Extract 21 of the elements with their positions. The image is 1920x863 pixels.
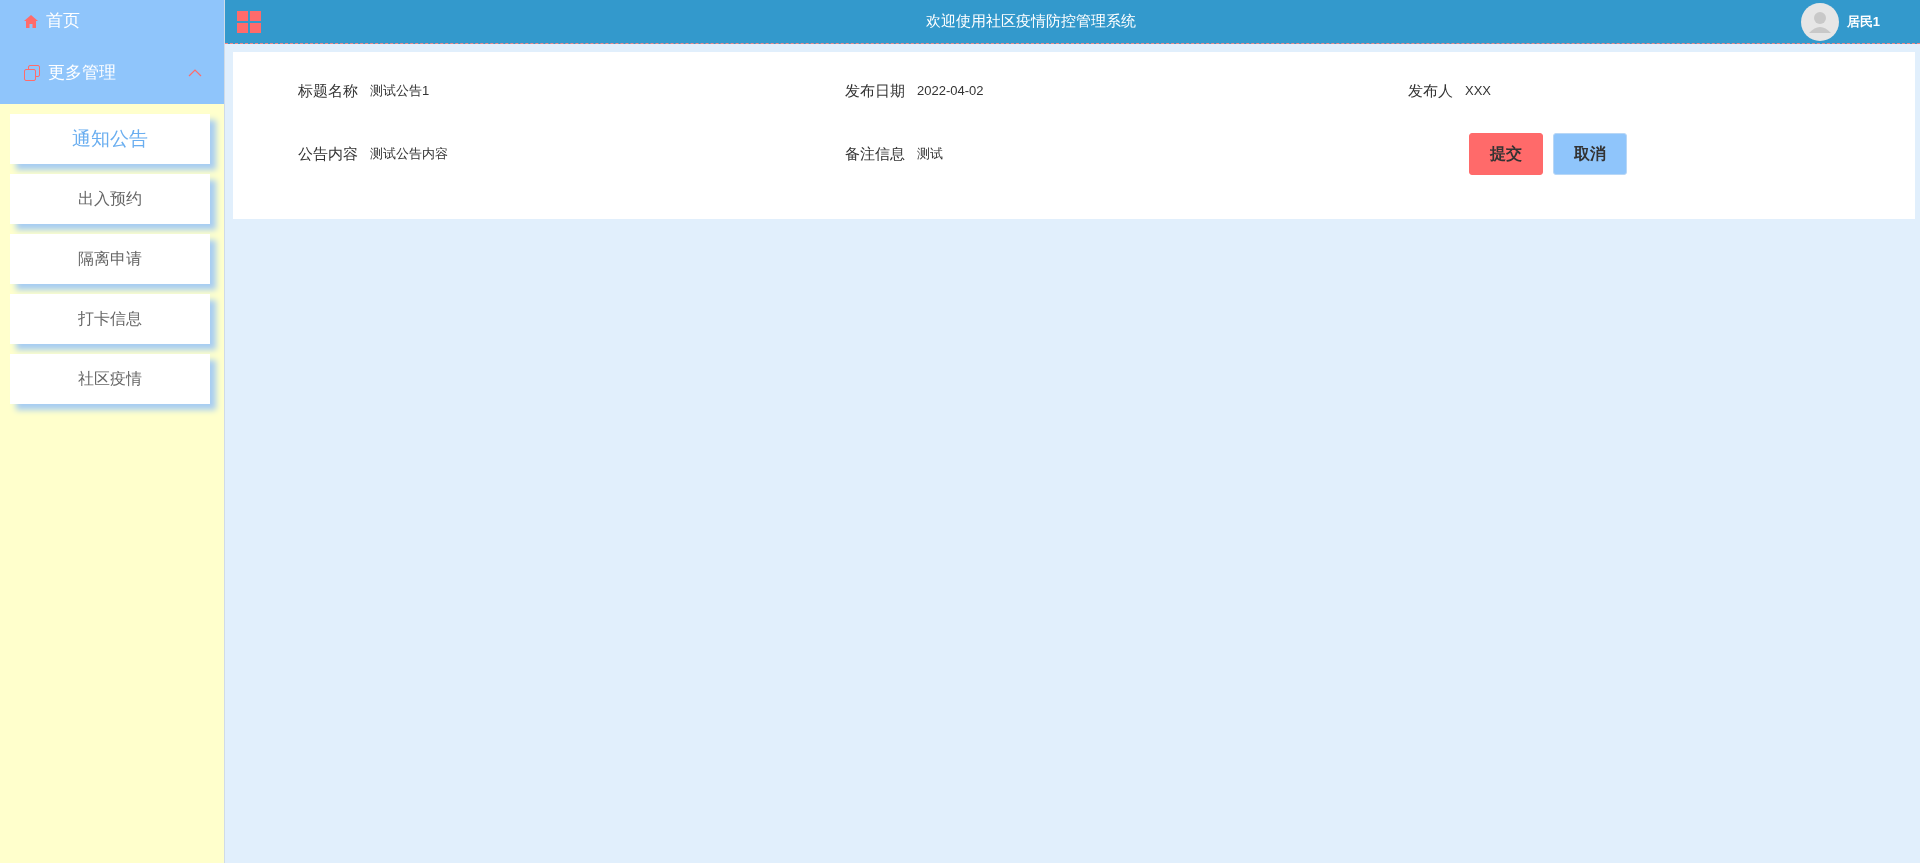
field-value: 测试公告1 (370, 82, 430, 101)
submenu-item[interactable]: 打卡信息 (10, 294, 210, 344)
avatar-icon[interactable] (1800, 2, 1839, 41)
field-label: 公告内容 (298, 143, 358, 164)
cancel-button[interactable]: 取消 (1553, 133, 1627, 175)
field-label: 标题名称 (298, 80, 358, 101)
copy-icon (24, 65, 40, 81)
field-value: 测试 (917, 145, 943, 164)
field-value: 2022-04-02 (917, 82, 984, 101)
submenu-item[interactable]: 出入预约 (10, 174, 210, 224)
field-label: 发布日期 (845, 80, 905, 101)
field-value: 测试公告内容 (370, 145, 448, 164)
field-label: 发布人 (1408, 80, 1453, 101)
field-value: XXX (1465, 82, 1491, 101)
submit-button[interactable]: 提交 (1469, 133, 1543, 175)
header-title: 欢迎使用社区疫情防控管理系统 (925, 11, 1136, 32)
field-label: 备注信息 (845, 143, 905, 164)
submenu-item[interactable]: 社区疫情 (10, 354, 210, 404)
submenu-item[interactable]: 隔离申请 (10, 234, 210, 284)
home-icon (24, 14, 38, 28)
user-name[interactable]: 居民1 (1846, 11, 1880, 32)
